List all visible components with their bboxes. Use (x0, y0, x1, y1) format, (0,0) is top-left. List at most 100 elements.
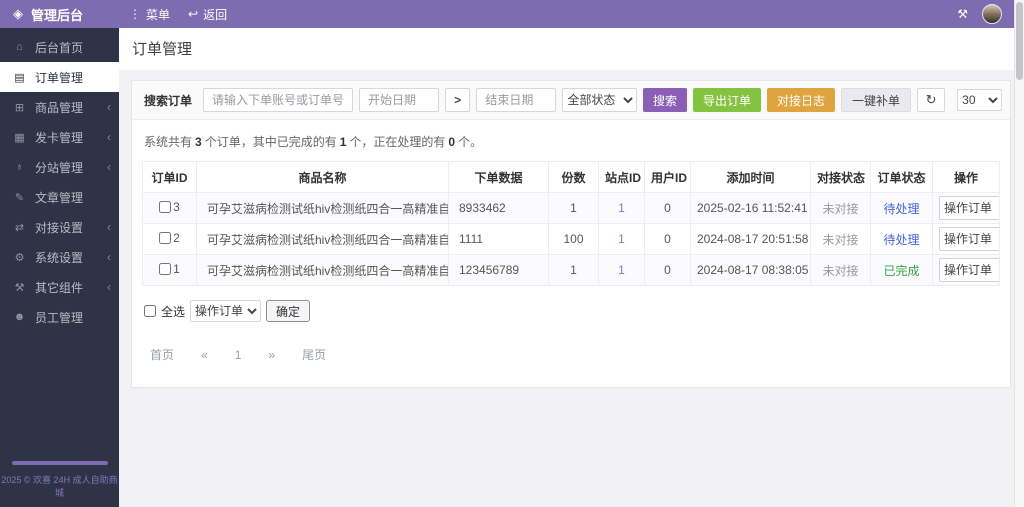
sidebar-item-products[interactable]: ⊞ 商品管理 ‹ (0, 92, 119, 122)
confirm-button[interactable]: 确定 (266, 300, 311, 322)
chevron-left-icon: ‹ (107, 160, 111, 174)
order-status: 待处理 (870, 223, 933, 255)
sidebar-item-home[interactable]: ⌂ 后台首页 ‹ (0, 32, 119, 62)
screen: ◈ 管理后台 ⋮ 菜单 ↩ 返回 ⚒ ⌂ 后台首页 ‹ ▤ 订单管理 ‹ (0, 0, 1024, 507)
user-id: 0 (644, 192, 691, 224)
product-name: 可孕艾滋病检测试纸hiv检测纸四合一高精准自检梅毒双检非第四代4 (196, 254, 449, 286)
articles-icon: ✎ (14, 191, 25, 204)
sidebar-nav: ⌂ 后台首页 ‹ ▤ 订单管理 ‹ ⊞ 商品管理 ‹ ▦ 发卡管理 ‹ ♁ 分站… (0, 28, 119, 332)
copies: 1 (548, 254, 599, 286)
sidebar-footer-text: 2025 © 欢喜 24H 成人自助商城 (1, 475, 118, 498)
column-header: 份数 (548, 161, 599, 193)
site-id[interactable]: 1 (598, 223, 645, 255)
sidebar-item-system[interactable]: ⚙ 系统设置 ‹ (0, 242, 119, 272)
chevron-left-icon: ‹ (107, 220, 111, 234)
summary-part2: 个订单，其中已完成的有 (204, 135, 337, 149)
pagination-page-1[interactable]: 1 (235, 348, 242, 362)
pagination: 首页 « 1 » 尾页 (150, 346, 1000, 363)
docking-log-button[interactable]: 对接日志 (767, 88, 836, 112)
sidebar-item-label: 其它组件 (35, 280, 84, 295)
chevron-left-icon: ‹ (107, 250, 111, 264)
order-id: 1 (173, 262, 180, 276)
search-button[interactable]: 搜索 (642, 88, 687, 112)
product-name: 可孕艾滋病检测试纸hiv检测纸四合一高精准自检梅毒双检非第四代4 (196, 192, 449, 224)
pagination-next[interactable]: » (268, 348, 275, 362)
site-id[interactable]: 1 (598, 254, 645, 286)
pagination-prev[interactable]: « (201, 348, 208, 362)
sidebar-footer-divider (11, 461, 108, 465)
bulk-actions: 全选 操作订单 确定 (144, 300, 1000, 322)
components-icon: ⚒ (14, 281, 25, 294)
row-action-select[interactable]: 操作订单 (939, 196, 999, 220)
sidebar-item-label: 发卡管理 (35, 130, 84, 145)
sidebar-item-sites[interactable]: ♁ 分站管理 ‹ (0, 152, 119, 182)
staff-icon: ☻ (13, 311, 26, 323)
sidebar-item-staff[interactable]: ☻ 员工管理 ‹ (0, 302, 119, 332)
chevron-left-icon: ‹ (107, 130, 111, 144)
wrench-icon[interactable]: ⚒ (957, 7, 968, 21)
row-checkbox[interactable] (159, 263, 172, 275)
date-separator-button[interactable]: > (445, 88, 471, 112)
product-name: 可孕艾滋病检测试纸hiv检测纸四合一高精准自检梅毒双检非第四代4 (196, 223, 449, 255)
sidebar: ⌂ 后台首页 ‹ ▤ 订单管理 ‹ ⊞ 商品管理 ‹ ▦ 发卡管理 ‹ ♁ 分站… (0, 28, 119, 507)
scrollbar-thumb[interactable] (1016, 2, 1023, 80)
sidebar-footer: 2025 © 欢喜 24H 成人自助商城 (0, 461, 119, 499)
table-row: 1 可孕艾滋病检测试纸hiv检测纸四合一高精准自检梅毒双检非第四代4 12345… (142, 254, 1000, 286)
site-id[interactable]: 1 (598, 192, 645, 224)
column-header: 用户ID (644, 161, 691, 193)
menu-toggle[interactable]: ⋮ 菜单 (129, 6, 170, 23)
table-header-row: 订单ID 商品名称 下单数据 份数 站点ID 用户ID 添加时间 对接状态 订单状态 操作 (142, 161, 1000, 193)
orders-table: 订单ID 商品名称 下单数据 份数 站点ID 用户ID 添加时间 对接状态 订单状态 操作 3 可… (142, 161, 1000, 286)
pagination-first[interactable]: 首页 (150, 346, 174, 363)
created-at: 2024-08-17 20:51:58 (690, 223, 811, 255)
status-filter-select[interactable]: 全部状态 (562, 88, 637, 112)
vertical-scrollbar[interactable] (1014, 0, 1024, 507)
summary-part1: 系统共有 (144, 135, 193, 149)
row-action-select[interactable]: 操作订单 (939, 227, 999, 251)
back-label: 返回 (203, 7, 228, 22)
menu-label: 菜单 (146, 7, 171, 22)
toolbar: 搜索订单 > 全部状态 搜索 导出订单 对接日志 一键补单 ↻ 30 (132, 81, 1010, 120)
bulk-action-select[interactable]: 操作订单 (190, 300, 262, 322)
refresh-button[interactable]: ↻ (917, 88, 946, 112)
refresh-icon: ↻ (925, 92, 937, 107)
sidebar-item-cards[interactable]: ▦ 发卡管理 ‹ (0, 122, 119, 152)
search-label: 搜索订单 (144, 93, 193, 108)
copies: 100 (548, 223, 599, 255)
page-size-select[interactable]: 30 (957, 89, 1002, 111)
sidebar-item-articles[interactable]: ✎ 文章管理 ‹ (0, 182, 119, 212)
order-id: 2 (173, 231, 180, 245)
column-header: 下单数据 (448, 161, 549, 193)
docking-status: 未对接 (810, 192, 871, 224)
column-header: 商品名称 (196, 161, 449, 193)
row-action-select[interactable]: 操作订单 (939, 258, 999, 282)
system-icon: ⚙ (14, 251, 25, 264)
sidebar-item-orders[interactable]: ▤ 订单管理 ‹ (0, 62, 119, 92)
pagination-last[interactable]: 尾页 (302, 346, 326, 363)
table-body: 3 可孕艾滋病检测试纸hiv检测纸四合一高精准自检梅毒双检非第四代4 89334… (142, 192, 1000, 286)
column-header: 站点ID (598, 161, 645, 193)
sidebar-item-components[interactable]: ⚒ 其它组件 ‹ (0, 272, 119, 302)
created-at: 2025-02-16 11:52:41 (690, 192, 811, 224)
summary-part4: 个。 (458, 135, 483, 149)
one-key-reorder-button[interactable]: 一键补单 (841, 88, 912, 112)
row-checkbox[interactable] (159, 201, 172, 213)
row-checkbox[interactable] (159, 232, 172, 244)
topbar-menu: ⋮ 菜单 ↩ 返回 (129, 6, 227, 23)
search-input[interactable] (203, 88, 354, 112)
avatar[interactable] (982, 4, 1002, 24)
column-header: 添加时间 (690, 161, 811, 193)
export-orders-button[interactable]: 导出订单 (693, 88, 762, 112)
end-date-input[interactable] (476, 88, 557, 112)
column-header: 操作 (932, 161, 1000, 193)
sidebar-item-label: 后台首页 (35, 40, 84, 55)
order-data: 123456789 (448, 254, 549, 286)
brand-logo-icon: ◈ (13, 6, 23, 21)
back-button[interactable]: ↩ 返回 (188, 6, 227, 23)
start-date-input[interactable] (359, 88, 440, 112)
sidebar-item-label: 商品管理 (35, 100, 84, 115)
sidebar-item-docking[interactable]: ⇄ 对接设置 ‹ (0, 212, 119, 242)
summary-total: 3 (195, 135, 202, 149)
docking-status: 未对接 (810, 223, 871, 255)
select-all-checkbox[interactable] (144, 305, 156, 317)
